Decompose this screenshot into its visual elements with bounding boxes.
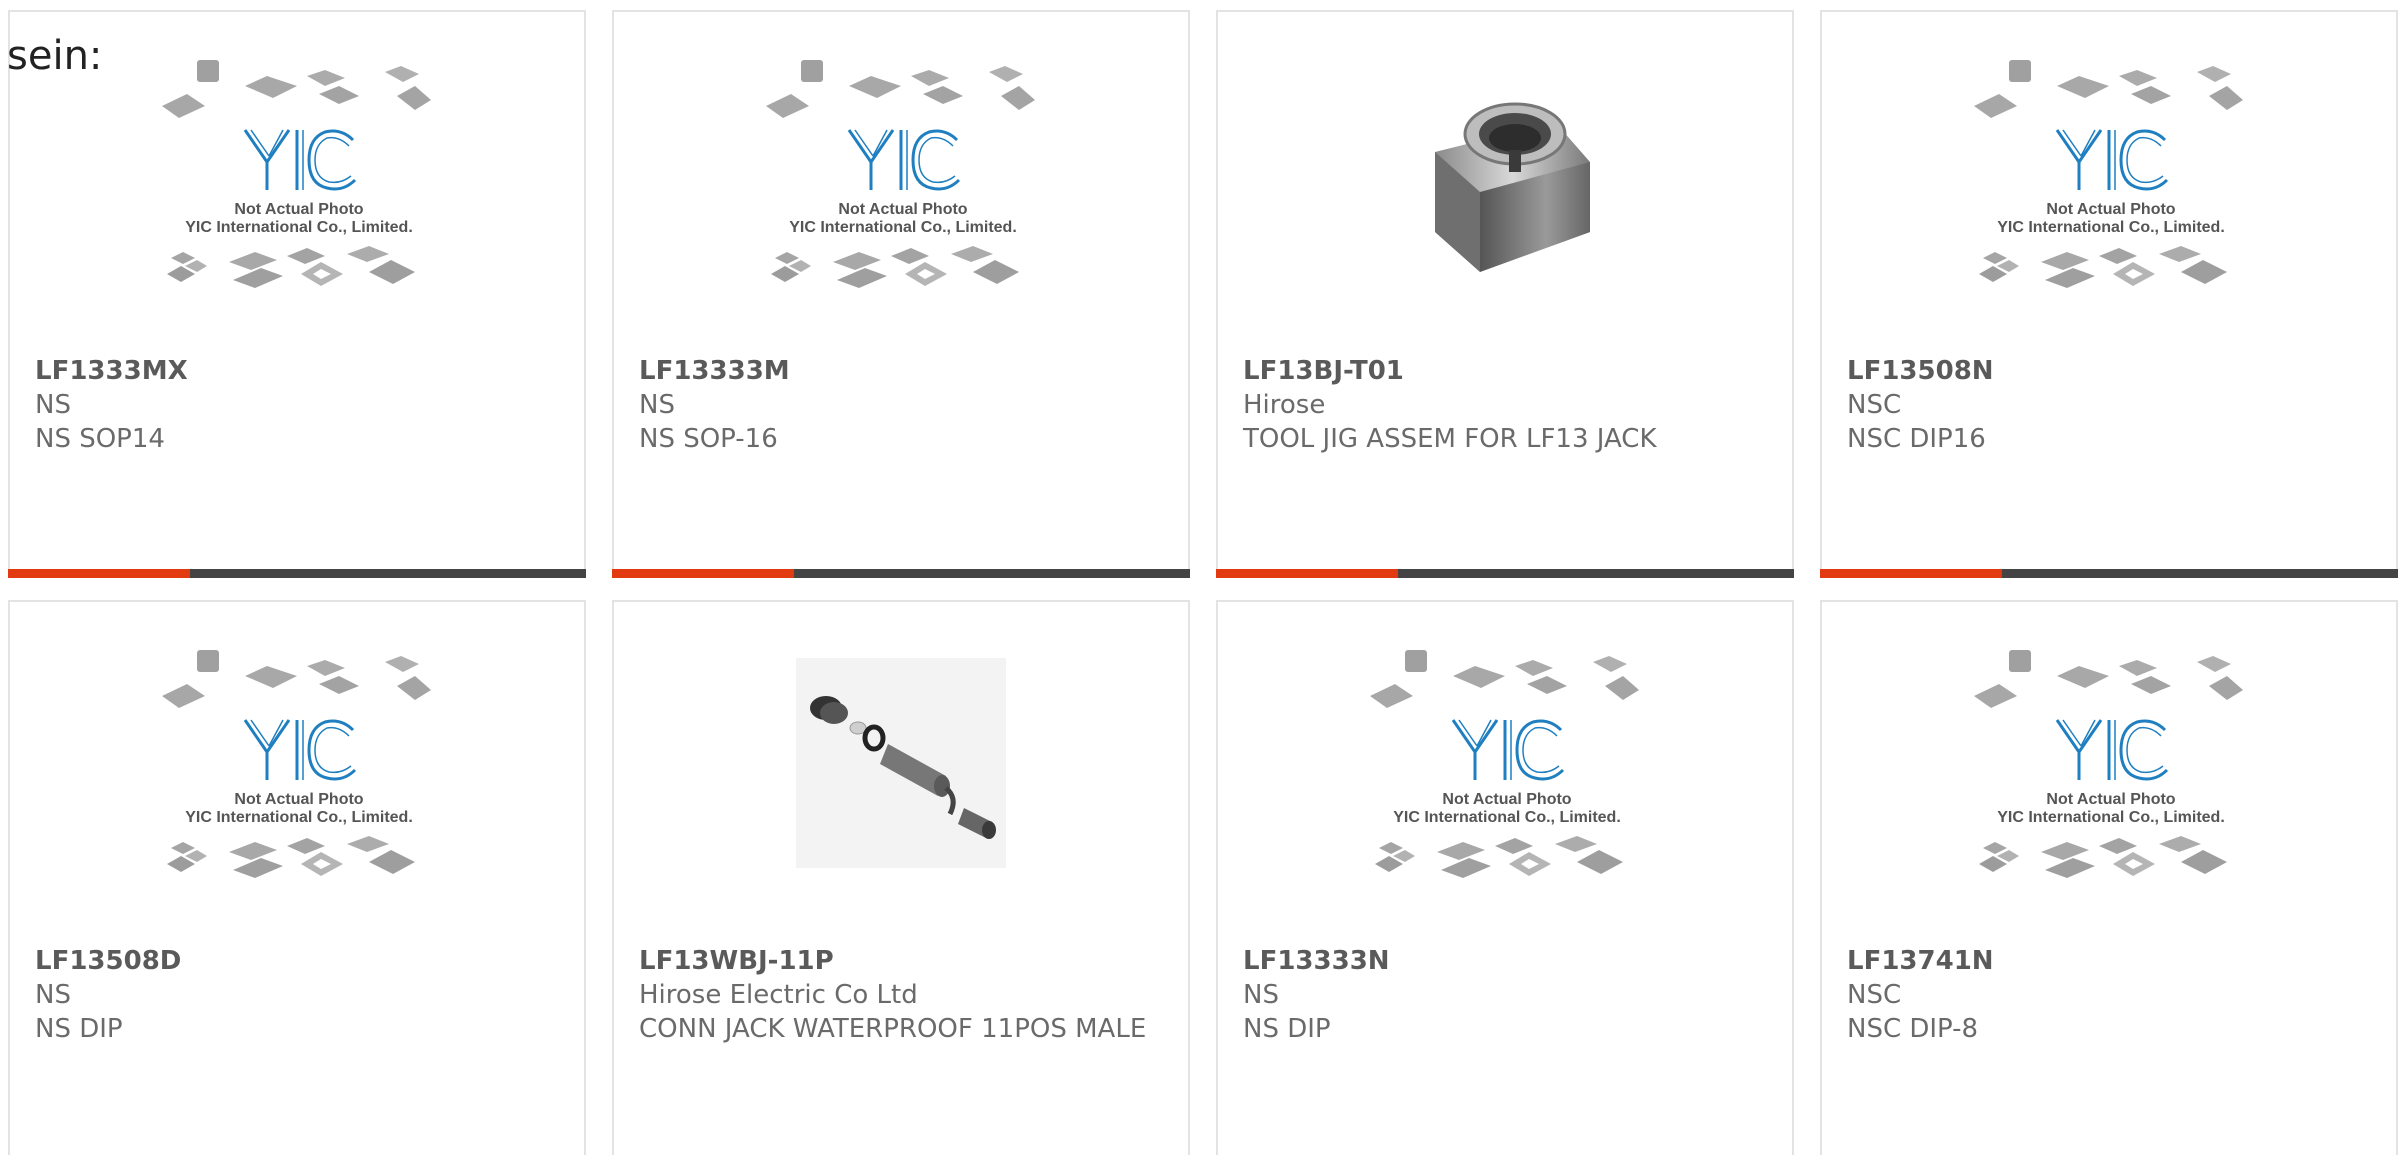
placeholder-photo <box>1972 648 2245 880</box>
product-description: TOOL JIG ASSEM FOR LF13 JACK <box>1243 424 1657 454</box>
product-description: NS DIP <box>1243 1014 1331 1044</box>
product-info: LF13741N NSC NSC DIP-8 <box>1847 944 2376 1046</box>
part-number-link[interactable]: LF13333N <box>1243 944 1772 978</box>
part-number-link[interactable]: LF13508D <box>35 944 564 978</box>
product-description: NSC DIP16 <box>1847 424 1986 454</box>
metal-jig-photo <box>1435 102 1590 272</box>
product-grid: LF1333MX NS NS SOP14 LF13333M NS NS SOP-16 L… <box>8 10 2400 1155</box>
placeholder-photo <box>1368 648 1641 880</box>
product-image[interactable] <box>1822 646 2396 936</box>
product-image[interactable] <box>10 56 584 346</box>
card-bottom-bar <box>8 569 586 578</box>
product-image[interactable] <box>614 56 1188 346</box>
product-description: NS DIP <box>35 1014 123 1044</box>
card-bottom-bar <box>612 569 1190 578</box>
manufacturer-name: Hirose Electric Co Ltd <box>639 980 918 1010</box>
connector-parts-photo <box>796 658 1006 868</box>
part-number-link[interactable]: LF13BJ-T01 <box>1243 354 1772 388</box>
card-bar-accent <box>612 569 794 578</box>
product-card[interactable]: LF13WBJ-11P Hirose Electric Co Ltd CONN JA… <box>612 600 1190 1155</box>
product-info: LF13BJ-T01 Hirose TOOL JIG ASSEM FOR LF13 … <box>1243 354 1772 456</box>
placeholder-photo <box>764 58 1037 290</box>
card-bar-accent <box>1216 569 1398 578</box>
product-card[interactable]: LF13741N NSC NSC DIP-8 <box>1820 600 2398 1155</box>
product-image[interactable] <box>1822 56 2396 346</box>
part-number-link[interactable]: LF13333M <box>639 354 1168 388</box>
card-bar-accent <box>1820 569 2002 578</box>
part-number-link[interactable]: LF13741N <box>1847 944 2376 978</box>
product-description: NS SOP-16 <box>639 424 778 454</box>
product-description: NS SOP14 <box>35 424 165 454</box>
manufacturer-name: NSC <box>1847 390 1902 420</box>
placeholder-photo <box>1972 58 2245 290</box>
card-bottom-bar <box>1820 569 2398 578</box>
product-image[interactable] <box>10 646 584 936</box>
product-card[interactable]: LF13508D NS NS DIP <box>8 600 586 1155</box>
manufacturer-name: NS <box>639 390 675 420</box>
placeholder-photo <box>160 648 433 880</box>
part-number-link[interactable]: LF1333MX <box>35 354 564 388</box>
manufacturer-name: NS <box>35 390 71 420</box>
intro-text: sein: <box>7 33 103 79</box>
manufacturer-name: NS <box>35 980 71 1010</box>
manufacturer-name: Hirose <box>1243 390 1326 420</box>
product-card[interactable]: LF1333MX NS NS SOP14 <box>8 10 586 578</box>
card-bar-accent <box>8 569 190 578</box>
product-image[interactable] <box>1218 82 1792 372</box>
product-info: LF1333MX NS NS SOP14 <box>35 354 564 456</box>
part-number-link[interactable]: LF13508N <box>1847 354 2376 388</box>
product-card[interactable]: LF13333M NS NS SOP-16 <box>612 10 1190 578</box>
product-info: LF13508N NSC NSC DIP16 <box>1847 354 2376 456</box>
product-description: CONN JACK WATERPROOF 11POS MALE <box>639 1014 1147 1044</box>
product-card[interactable]: LF13508N NSC NSC DIP16 <box>1820 10 2398 578</box>
product-description: NSC DIP-8 <box>1847 1014 1979 1044</box>
product-info: LF13WBJ-11P Hirose Electric Co Ltd CONN JA… <box>639 944 1168 1046</box>
manufacturer-name: NS <box>1243 980 1279 1010</box>
product-image[interactable] <box>614 658 1188 948</box>
product-card[interactable]: LF13BJ-T01 Hirose TOOL JIG ASSEM FOR LF13 … <box>1216 10 1794 578</box>
product-info: LF13333N NS NS DIP <box>1243 944 1772 1046</box>
product-card[interactable]: LF13333N NS NS DIP <box>1216 600 1794 1155</box>
product-info: LF13333M NS NS SOP-16 <box>639 354 1168 456</box>
card-bottom-bar <box>1216 569 1794 578</box>
manufacturer-name: NSC <box>1847 980 1902 1010</box>
placeholder-photo <box>160 58 433 290</box>
product-grid-page: sein: LF1333MX NS NS SOP14 LF13333M NS NS SO… <box>0 0 2400 1155</box>
product-info: LF13508D NS NS DIP <box>35 944 564 1046</box>
product-image[interactable] <box>1218 646 1792 936</box>
part-number-link[interactable]: LF13WBJ-11P <box>639 944 1168 978</box>
